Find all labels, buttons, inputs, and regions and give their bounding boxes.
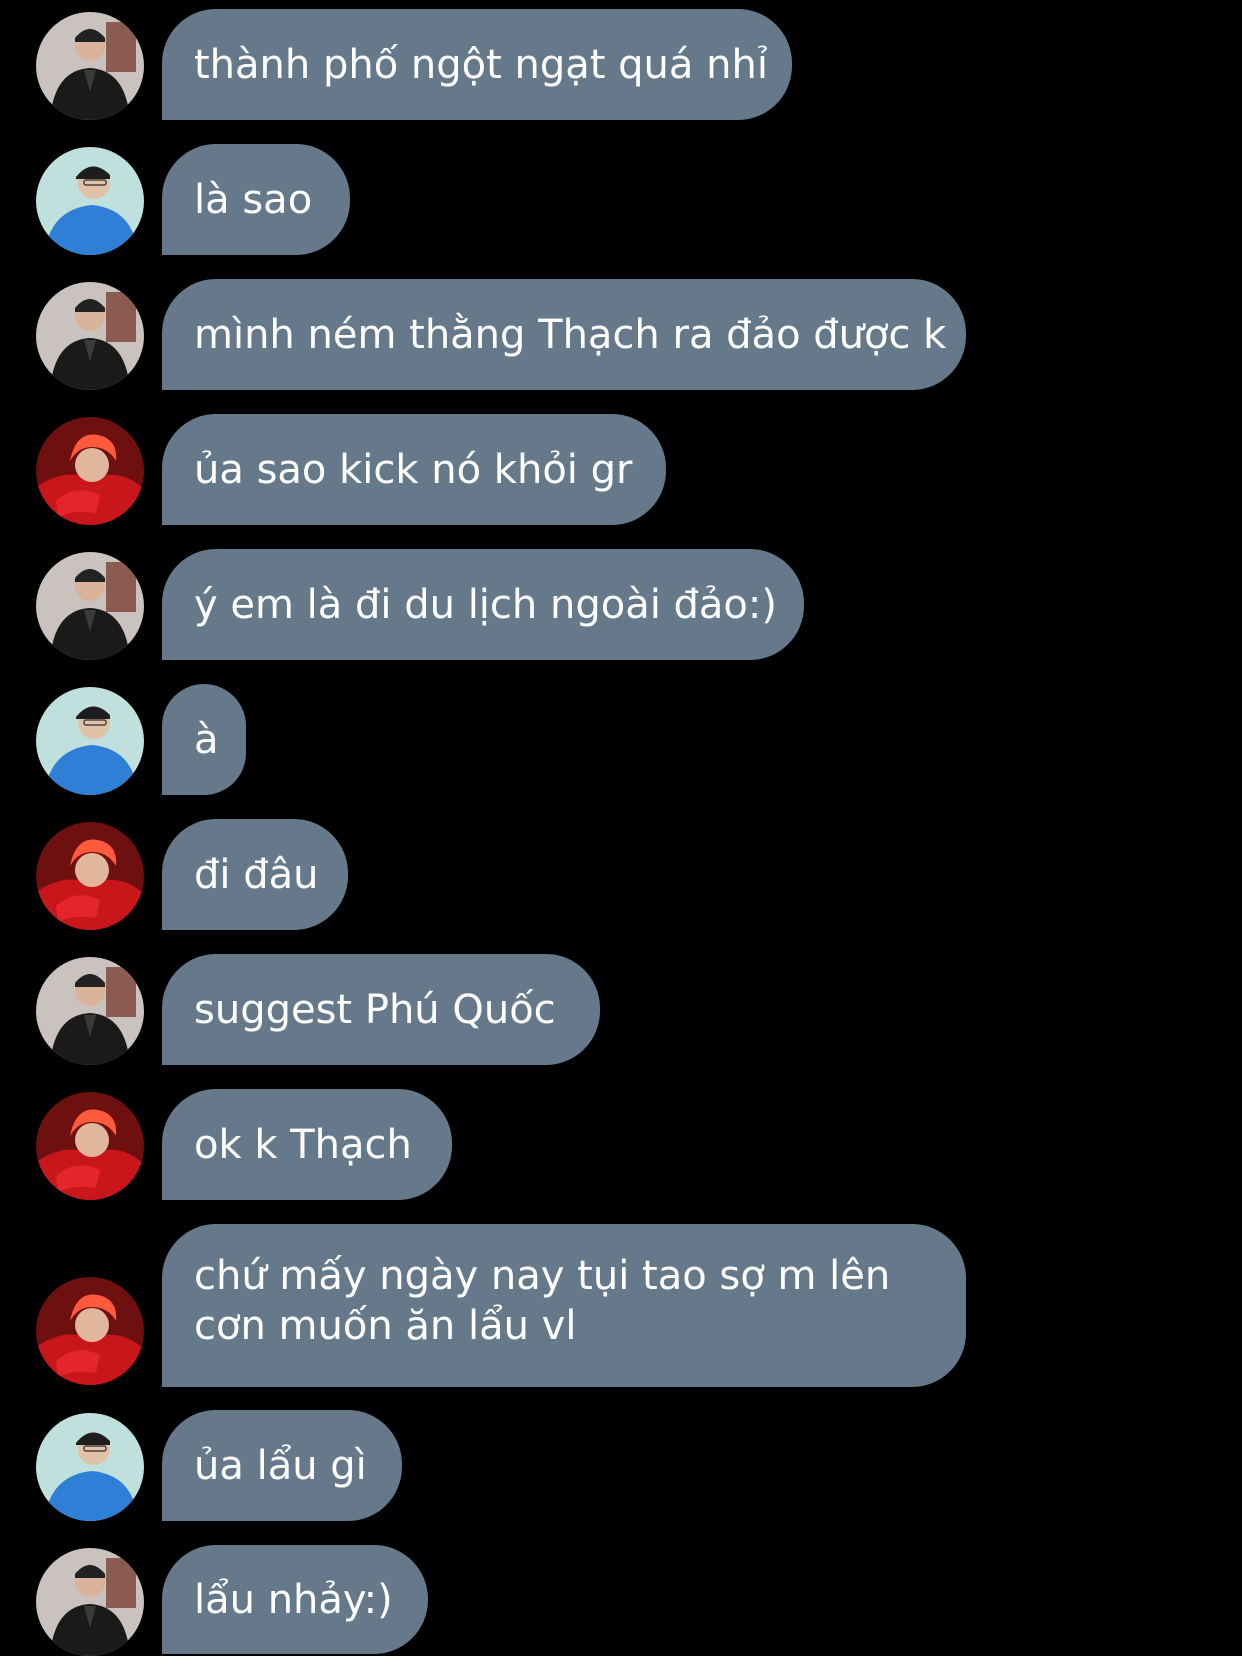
message-row: ủa lẩu gì — [0, 1410, 1242, 1521]
avatar-leather-jacket[interactable] — [36, 957, 144, 1065]
message-text: mình ném thằng Thạch ra đảo được k — [194, 311, 947, 358]
message-bubble[interactable]: chứ mấy ngày nay tụi tao sợ m lên cơn mu… — [162, 1224, 966, 1387]
message-text: ủa lẩu gì — [194, 1442, 367, 1489]
message-row: lẩu nhảy:) — [0, 1545, 1242, 1656]
avatar-leather-jacket[interactable] — [36, 1548, 144, 1656]
message-bubble[interactable]: à — [162, 684, 246, 795]
message-bubble[interactable]: là sao — [162, 144, 350, 255]
message-bubble[interactable]: thành phố ngột ngạt quá nhỉ — [162, 9, 792, 120]
message-row: chứ mấy ngày nay tụi tao sợ m lên cơn mu… — [0, 1224, 1242, 1387]
avatar-red-hair[interactable] — [36, 1277, 144, 1385]
message-row: là sao — [0, 144, 1242, 255]
avatar-leather-jacket[interactable] — [36, 12, 144, 120]
message-row: ý em là đi du lịch ngoài đảo:) — [0, 549, 1242, 660]
message-row: à — [0, 684, 1242, 795]
message-bubble[interactable]: ủa sao kick nó khỏi gr — [162, 414, 666, 525]
message-bubble[interactable]: ok k Thạch — [162, 1089, 452, 1200]
chat-thread: thành phố ngột ngạt quá nhỉ là sao mình … — [0, 0, 1242, 1656]
message-text: à — [194, 716, 219, 763]
message-bubble[interactable]: suggest Phú Quốc — [162, 954, 600, 1065]
message-row: ok k Thạch — [0, 1089, 1242, 1200]
message-bubble[interactable]: ý em là đi du lịch ngoài đảo:) — [162, 549, 804, 660]
message-text: đi đâu — [194, 851, 319, 898]
message-row: ủa sao kick nó khỏi gr — [0, 414, 1242, 525]
message-bubble[interactable]: mình ném thằng Thạch ra đảo được k — [162, 279, 966, 390]
message-row: suggest Phú Quốc — [0, 954, 1242, 1065]
message-text: là sao — [194, 176, 313, 223]
message-bubble[interactable]: lẩu nhảy:) — [162, 1545, 428, 1654]
message-bubble[interactable]: ủa lẩu gì — [162, 1410, 402, 1521]
message-text: ý em là đi du lịch ngoài đảo:) — [194, 581, 777, 628]
message-text: ok k Thạch — [194, 1121, 412, 1168]
avatar-red-hair[interactable] — [36, 822, 144, 930]
message-text: lẩu nhảy:) — [194, 1576, 393, 1623]
avatar-red-hair[interactable] — [36, 1092, 144, 1200]
avatar-blue-sweater[interactable] — [36, 147, 144, 255]
message-row: đi đâu — [0, 819, 1242, 930]
avatar-leather-jacket[interactable] — [36, 552, 144, 660]
message-row: thành phố ngột ngạt quá nhỉ — [0, 9, 1242, 120]
avatar-blue-sweater[interactable] — [36, 687, 144, 795]
avatar-leather-jacket[interactable] — [36, 282, 144, 390]
avatar-red-hair[interactable] — [36, 417, 144, 525]
message-bubble[interactable]: đi đâu — [162, 819, 348, 930]
message-text: chứ mấy ngày nay tụi tao sợ m lên cơn mu… — [194, 1253, 891, 1349]
message-text: ủa sao kick nó khỏi gr — [194, 446, 633, 493]
avatar-blue-sweater[interactable] — [36, 1413, 144, 1521]
message-text: thành phố ngột ngạt quá nhỉ — [194, 41, 768, 88]
message-text: suggest Phú Quốc — [194, 986, 556, 1033]
message-row: mình ném thằng Thạch ra đảo được k — [0, 279, 1242, 390]
